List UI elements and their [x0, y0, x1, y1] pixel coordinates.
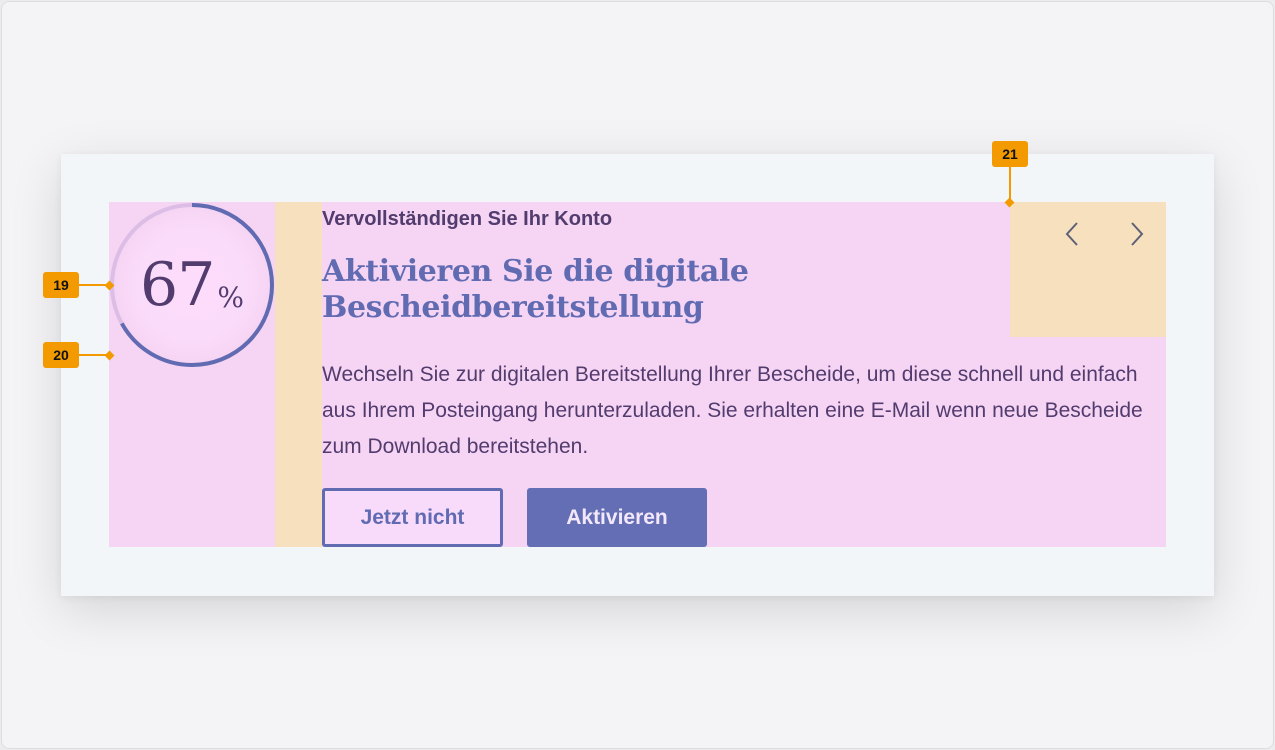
spacing-indicator	[275, 202, 322, 547]
annotation-marker-21: 21	[992, 141, 1028, 167]
progress-ring-inner	[114, 207, 270, 363]
chevron-right-icon	[1131, 222, 1144, 246]
annotation-marker-20: 20	[43, 342, 79, 368]
next-button[interactable]	[1116, 214, 1156, 254]
activate-button[interactable]: Aktivieren	[527, 488, 707, 547]
not-now-button[interactable]: Jetzt nicht	[322, 488, 503, 547]
card-description: Wechseln Sie zur digitalen Bereitstellun…	[322, 363, 1143, 458]
previous-button[interactable]	[1053, 214, 1093, 254]
progress-ring	[110, 203, 274, 367]
chevron-left-icon	[1065, 222, 1078, 246]
card-eyebrow: Vervollständigen Sie Ihr Konto	[322, 208, 613, 230]
card-title: Aktivieren Sie die digitale Bescheidbere…	[322, 254, 749, 325]
annotation-marker-19: 19	[43, 272, 79, 298]
